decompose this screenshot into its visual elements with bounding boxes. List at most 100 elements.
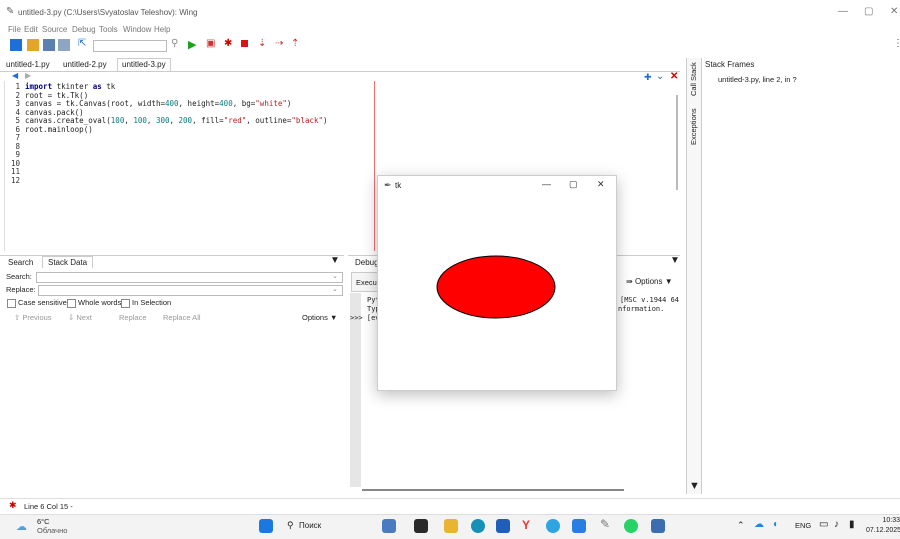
open-folder-icon[interactable]	[27, 39, 39, 51]
wing-feather-icon: ✎	[6, 6, 15, 17]
tk-feather-icon: ✒	[384, 180, 392, 190]
step-over-icon[interactable]: ⇢	[275, 38, 283, 49]
tab-stack-data[interactable]: Stack Data	[42, 256, 94, 268]
search-dropdown-icon[interactable]: ⌄	[332, 272, 338, 280]
wing-ide-taskbar-icon[interactable]: ✎	[600, 517, 610, 531]
weather-cloud-icon: ☁	[16, 521, 27, 533]
tab-untitled-2[interactable]: untitled-2.py	[59, 60, 111, 69]
maximize-icon[interactable]: ▢	[864, 6, 873, 17]
edge-marker	[374, 81, 375, 251]
panel-menu-icon[interactable]: ▼	[330, 255, 340, 266]
tk-maximize-icon[interactable]: ▢	[569, 179, 578, 190]
search-options-button[interactable]: Options ▼	[302, 313, 337, 322]
taskbar-search-icon[interactable]: ⚲	[287, 520, 294, 531]
minimize-icon[interactable]: —	[838, 6, 848, 17]
shell-line-2-right: nformation.	[618, 305, 665, 313]
clock-time[interactable]: 10:33	[870, 517, 900, 524]
code-line-6: root.mainloop()	[25, 124, 93, 134]
tab-exceptions[interactable]: Exceptions	[689, 108, 698, 145]
more-icon[interactable]: ⋮	[893, 38, 900, 49]
debug-options-button[interactable]: ⇛ Options ▼	[626, 277, 673, 286]
whatsapp-icon[interactable]	[624, 519, 638, 533]
tab-search[interactable]: Search	[8, 258, 33, 267]
toolbar-search-input[interactable]	[93, 40, 167, 52]
save-all-icon[interactable]	[58, 39, 70, 51]
photos-icon[interactable]	[382, 519, 396, 533]
debug-panel-menu-icon[interactable]: ▼	[670, 255, 680, 266]
execute-tab[interactable]: Execut	[356, 278, 379, 287]
weather-desc: Облачно	[37, 526, 68, 535]
nav-forward-icon[interactable]: ▶	[25, 71, 31, 80]
tk-close-icon[interactable]: ✕	[597, 179, 605, 190]
yandex-icon[interactable]: Y	[522, 518, 530, 532]
shell-prompt[interactable]: >>> [ev	[350, 314, 380, 322]
display-icon[interactable]: ▭	[819, 519, 828, 530]
nav-back-icon[interactable]: ◀	[12, 71, 18, 80]
debug-file-icon[interactable]: ▣	[206, 38, 215, 49]
replace-label: Replace:	[6, 285, 36, 294]
stop-icon[interactable]	[241, 40, 248, 47]
python-icon[interactable]	[651, 519, 665, 533]
language-indicator[interactable]: ENG	[795, 521, 811, 530]
window-title: untitled-3.py (C:\Users\Svyatoslav Teles…	[18, 8, 198, 17]
menu-window[interactable]: Window	[123, 25, 151, 34]
file-explorer-icon[interactable]	[444, 519, 458, 533]
bug-icon[interactable]: ✱	[224, 38, 232, 49]
search-label: Search:	[6, 272, 32, 281]
volume-icon[interactable]: ♪	[834, 519, 839, 530]
store-icon[interactable]	[496, 519, 510, 533]
battery-icon[interactable]: ▮	[849, 519, 855, 530]
line-number: 12	[10, 175, 20, 185]
tab-call-stack[interactable]: Call Stack	[689, 62, 698, 96]
replace-button[interactable]: Replace	[119, 313, 147, 322]
in-selection-label: In Selection	[132, 298, 172, 307]
tab-debug[interactable]: Debug	[355, 258, 379, 267]
taskbar-search[interactable]: Поиск	[299, 521, 321, 530]
menu-help[interactable]: Help	[154, 25, 170, 34]
run-icon[interactable]: ▶	[188, 38, 196, 51]
menu-edit[interactable]: Edit	[24, 25, 38, 34]
search-field[interactable]	[36, 272, 343, 283]
replace-field[interactable]	[38, 285, 343, 296]
tk-window-title: tk	[395, 181, 402, 190]
tray-app-icon-2[interactable]: ◐	[773, 519, 779, 530]
clock-date[interactable]: 07.12.2025	[866, 527, 900, 534]
debug-bug-status-icon: ✱	[9, 500, 17, 510]
new-file-icon[interactable]	[10, 39, 22, 51]
shell-line-1-right: [MSC v.1944 64	[620, 296, 680, 304]
tk-canvas	[436, 255, 556, 319]
previous-button[interactable]: ⇧ Previous	[14, 313, 52, 322]
telegram-icon[interactable]	[546, 519, 560, 533]
search-icon[interactable]: ⚲	[171, 38, 178, 49]
weather-temp: 6°C	[37, 517, 50, 526]
side-panel-menu-icon[interactable]: ▼	[689, 480, 700, 492]
menu-tools[interactable]: Tools	[99, 25, 118, 34]
stack-frame-item[interactable]: untitled-3.py, line 2, in ?	[718, 75, 797, 84]
windows-start-icon[interactable]	[259, 519, 273, 533]
replace-dropdown-icon[interactable]: ⌄	[332, 285, 338, 293]
in-selection-checkbox[interactable]	[121, 299, 130, 308]
next-button[interactable]: ⇩ Next	[68, 313, 92, 322]
case-sensitive-label: Case sensitive	[18, 298, 67, 307]
case-sensitive-checkbox[interactable]	[7, 299, 16, 308]
tray-app-icon-1[interactable]: ☁	[754, 519, 764, 530]
close-icon[interactable]: ✕	[890, 6, 898, 17]
messenger-icon[interactable]	[572, 519, 586, 533]
menu-source[interactable]: Source	[42, 25, 67, 34]
tk-minimize-icon[interactable]: —	[542, 179, 551, 189]
step-into-icon[interactable]: ⇣	[258, 38, 266, 49]
shell-h-scrollbar[interactable]	[362, 489, 624, 491]
tray-chevron-icon[interactable]: ⌃	[737, 520, 745, 531]
menu-debug[interactable]: Debug	[72, 25, 96, 34]
cursor-select-icon[interactable]: ⇱	[78, 38, 86, 49]
replace-all-button[interactable]: Replace All	[163, 313, 201, 322]
step-out-icon[interactable]: ⇡	[291, 38, 299, 49]
tab-untitled-1[interactable]: untitled-1.py	[2, 60, 54, 69]
edge-browser-icon[interactable]	[471, 519, 485, 533]
menu-file[interactable]: File	[8, 25, 21, 34]
whole-words-checkbox[interactable]	[67, 299, 76, 308]
tab-untitled-3[interactable]: untitled-3.py	[117, 58, 171, 71]
editor-scrollbar[interactable]	[676, 95, 678, 190]
save-icon[interactable]	[43, 39, 55, 51]
task-view-icon[interactable]	[414, 519, 428, 533]
